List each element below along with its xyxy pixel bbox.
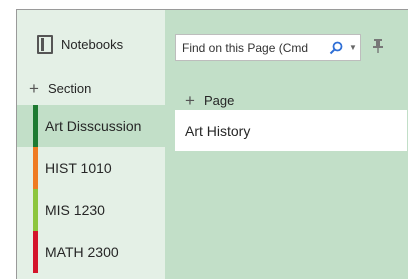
onenote-navigation: Notebooks + Section Art Disscussion HIST… — [16, 9, 408, 279]
plus-icon: + — [185, 90, 195, 110]
section-tab-mis-1230[interactable]: MIS 1230 — [17, 189, 165, 231]
add-section-label: Section — [47, 80, 92, 96]
page-tab-art-history[interactable]: Art History — [175, 110, 407, 151]
section-color-bar — [33, 105, 38, 147]
search-icon[interactable] — [326, 41, 346, 55]
search-input[interactable]: Find on this Page (Cmd — [182, 41, 326, 55]
section-tab-hist-1010[interactable]: HIST 1010 — [17, 147, 165, 189]
section-label: MIS 1230 — [45, 202, 105, 218]
notebooks-button[interactable]: Notebooks — [17, 10, 165, 78]
section-label: Art Disscussion — [45, 118, 142, 134]
pin-icon[interactable] — [371, 38, 385, 56]
add-page-label: Page — [203, 92, 235, 108]
section-list: Art Disscussion HIST 1010 MIS 1230 MATH … — [17, 105, 165, 273]
sections-pane: Notebooks + Section Art Disscussion HIST… — [17, 10, 165, 279]
section-label: HIST 1010 — [45, 160, 112, 176]
section-label: MATH 2300 — [45, 244, 119, 260]
notebooks-label: Notebooks — [61, 36, 124, 52]
plus-icon: + — [29, 78, 39, 98]
add-section-button[interactable]: + Section — [17, 70, 91, 106]
section-color-bar — [33, 147, 38, 189]
page-label: Art History — [185, 122, 251, 139]
section-color-bar — [33, 231, 38, 273]
section-tab-art-disscussion[interactable]: Art Disscussion — [17, 105, 165, 147]
section-tab-math-2300[interactable]: MATH 2300 — [17, 231, 165, 273]
notebook-icon — [37, 34, 53, 54]
caret-down-icon[interactable]: ▼ — [346, 43, 360, 52]
pages-pane: Find on this Page (Cmd ▼ + Page Art Hist… — [165, 10, 408, 279]
search-box[interactable]: Find on this Page (Cmd ▼ — [175, 34, 361, 61]
section-color-bar — [33, 189, 38, 231]
